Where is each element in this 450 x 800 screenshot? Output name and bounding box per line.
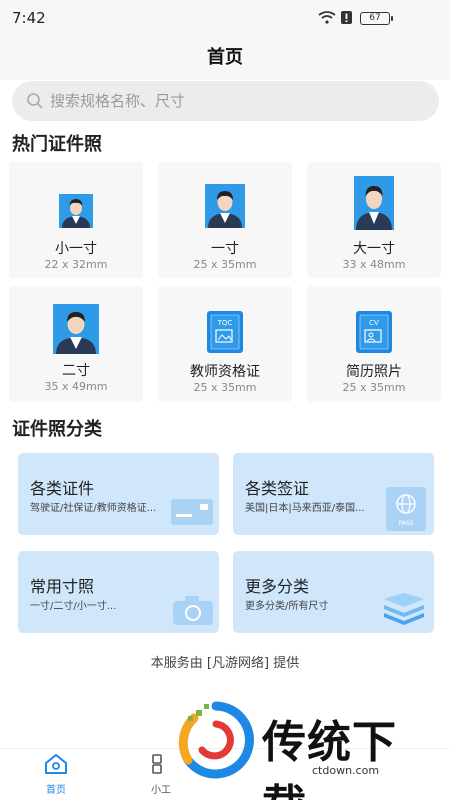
photo-card-two-inch[interactable]: 二寸 35 x 49mm <box>9 286 143 402</box>
section-title-categories: 证件照分类 <box>12 419 102 440</box>
category-desc: 更多分类/所有尺寸 <box>245 601 329 612</box>
photo-size: 33 x 48mm <box>342 258 406 271</box>
photo-size: 25 x 35mm <box>342 381 406 394</box>
tab-home[interactable]: 首页 <box>26 753 86 796</box>
photo-name: 简历照片 <box>346 364 402 380</box>
section-title-hot: 热门证件照 <box>12 134 102 155</box>
passport-badge: PASS <box>399 520 414 527</box>
certificate-icon: TQC <box>207 311 243 353</box>
portrait-icon <box>205 184 245 228</box>
certificate-badge: TQC <box>217 319 233 327</box>
watermark-logo-icon <box>178 701 254 779</box>
status-time: 7:42 <box>12 9 46 27</box>
tab-label: 首页 <box>46 785 66 796</box>
category-common-sizes[interactable]: 常用寸照 一寸/二寸/小一寸... <box>18 551 219 633</box>
watermark-url: ctdown.com <box>312 764 380 777</box>
camera-icon <box>173 596 213 625</box>
category-title: 常用寸照 <box>30 577 95 596</box>
photo-size: 35 x 49mm <box>44 380 108 393</box>
tools-icon <box>152 754 162 774</box>
photo-size: 25 x 35mm <box>193 381 257 394</box>
photo-card-one-inch[interactable]: 一寸 25 x 35mm <box>158 162 292 278</box>
status-bar: 7:42 67 <box>0 0 450 36</box>
search-bar[interactable] <box>12 81 439 121</box>
photo-size: 22 x 32mm <box>44 258 108 271</box>
category-title: 各类签证 <box>245 479 310 498</box>
category-title: 各类证件 <box>30 479 95 498</box>
photo-card-small-one-inch[interactable]: 小一寸 22 x 32mm <box>9 162 143 278</box>
photo-name: 二寸 <box>62 363 90 379</box>
page-title: 首页 <box>207 47 243 68</box>
search-icon <box>27 93 43 109</box>
battery-icon: 67 <box>360 12 393 25</box>
service-provider-note: 本服务由 [凡游网络] 提供 <box>150 656 300 671</box>
portrait-icon <box>53 304 99 354</box>
photo-name: 一寸 <box>211 241 239 257</box>
search-input[interactable] <box>50 81 420 121</box>
portrait-icon <box>59 194 93 228</box>
watermark-text: 传统下载 <box>262 717 397 800</box>
portrait-icon <box>354 176 394 230</box>
category-more[interactable]: 更多分类 更多分类/所有尺寸 <box>233 551 434 633</box>
category-desc: 驾驶证/社保证/教师资格证... <box>30 503 157 514</box>
photo-name: 教师资格证 <box>190 364 260 380</box>
category-title: 更多分类 <box>245 577 310 596</box>
photo-card-resume-photo[interactable]: CV 简历照片 25 x 35mm <box>307 286 441 402</box>
passport-icon: PASS <box>386 487 426 531</box>
category-desc: 美国|日本|马来西亚/泰国... <box>245 503 365 514</box>
card-icon <box>171 499 213 525</box>
photo-name: 大一寸 <box>353 241 395 257</box>
category-desc: 一寸/二寸/小一寸... <box>30 601 117 612</box>
watermark: 传统下载 ctdown.com <box>176 700 436 800</box>
layers-icon <box>384 593 424 625</box>
category-all-certificates[interactable]: 各类证件 驾驶证/社保证/教师资格证... <box>18 453 219 535</box>
wifi-icon <box>318 11 336 24</box>
category-visas[interactable]: 各类签证 美国|日本|马来西亚/泰国... PASS <box>233 453 434 535</box>
page-header: 首页 <box>0 36 450 80</box>
photo-size: 25 x 35mm <box>193 258 257 271</box>
home-icon <box>45 754 67 774</box>
photo-name: 小一寸 <box>55 241 97 257</box>
resume-icon: CV <box>356 311 392 353</box>
photo-card-teacher-certificate[interactable]: TQC 教师资格证 25 x 35mm <box>158 286 292 402</box>
alert-icon <box>341 11 352 24</box>
photo-card-large-one-inch[interactable]: 大一寸 33 x 48mm <box>307 162 441 278</box>
resume-badge: CV <box>369 319 379 327</box>
